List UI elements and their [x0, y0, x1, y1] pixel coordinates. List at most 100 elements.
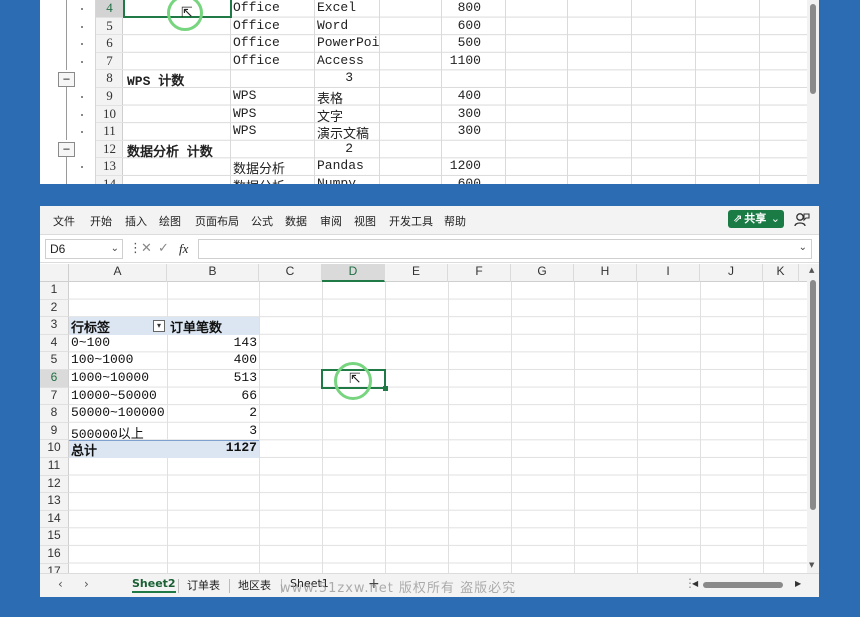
- product-cell[interactable]: 演示文稿: [317, 123, 379, 141]
- row-header-11[interactable]: 11: [40, 458, 69, 476]
- pivot-row-label[interactable]: 50000~100000: [71, 405, 167, 423]
- row-header-1[interactable]: 1: [40, 282, 69, 300]
- row-header-2[interactable]: 2: [40, 299, 69, 318]
- category-cell[interactable]: 数据分析: [233, 158, 313, 176]
- horizontal-scroll-thumb[interactable]: [703, 582, 783, 588]
- column-header-d[interactable]: D: [322, 264, 385, 282]
- cell-area[interactable]: 行标签 ▾ 订单笔数 0~100 143 100~1000 400 1000~10000 513…: [69, 282, 807, 573]
- menu-item-5[interactable]: 公式: [251, 213, 273, 229]
- column-header-h[interactable]: H: [574, 264, 637, 282]
- pivot-total-label[interactable]: 总计: [71, 440, 167, 459]
- category-cell[interactable]: WPS: [233, 106, 313, 124]
- collapse-group-button[interactable]: −: [58, 142, 75, 158]
- column-header-a[interactable]: A: [69, 264, 167, 282]
- row-header[interactable]: 13: [96, 158, 123, 176]
- category-cell[interactable]: Office: [233, 0, 313, 18]
- menu-item-8[interactable]: 视图: [354, 213, 376, 229]
- column-header-j[interactable]: J: [700, 264, 763, 282]
- pivot-row-value[interactable]: 400: [167, 352, 259, 370]
- product-cell[interactable]: 文字: [317, 106, 379, 124]
- product-cell[interactable]: Pandas: [317, 158, 379, 176]
- scroll-left-icon[interactable]: ◀: [692, 579, 698, 588]
- row-header[interactable]: 12: [96, 141, 123, 159]
- row-header[interactable]: 5: [96, 18, 123, 36]
- sheet-tab-2[interactable]: 地区表: [238, 577, 271, 593]
- row-header[interactable]: 4: [96, 0, 123, 18]
- top-cell-grid[interactable]: Office Excel 800 Office Word 600 Office PowerPo…: [123, 0, 807, 184]
- product-cell[interactable]: 表格: [317, 88, 379, 106]
- category-cell[interactable]: [233, 70, 313, 88]
- row-header[interactable]: 8: [96, 70, 123, 88]
- name-box[interactable]: D6 ⌄: [45, 239, 123, 259]
- amount-cell[interactable]: 600: [381, 176, 481, 184]
- column-header-f[interactable]: F: [448, 264, 511, 282]
- pivot-row-value[interactable]: 3: [167, 423, 259, 441]
- fill-handle[interactable]: [383, 386, 388, 391]
- amount-cell[interactable]: 1200: [381, 158, 481, 176]
- row-header-4[interactable]: 4: [40, 334, 69, 353]
- amount-cell[interactable]: 300: [381, 106, 481, 124]
- sheet-tab-1[interactable]: 订单表: [187, 577, 220, 593]
- column-header-b[interactable]: B: [167, 264, 259, 282]
- product-cell[interactable]: Numpy: [317, 176, 379, 184]
- category-cell[interactable]: [233, 141, 313, 159]
- row-header-3[interactable]: 3: [40, 317, 69, 335]
- row-header-9[interactable]: 9: [40, 422, 69, 441]
- row-header-5[interactable]: 5: [40, 352, 69, 370]
- category-cell[interactable]: Office: [233, 18, 313, 36]
- pivot-row-value[interactable]: 513: [167, 370, 259, 388]
- vertical-scrollbar[interactable]: ▲ ▼: [807, 264, 819, 573]
- product-cell[interactable]: Excel: [317, 0, 379, 18]
- menu-item-0[interactable]: 文件: [53, 213, 75, 229]
- comment-icon[interactable]: [794, 212, 810, 228]
- column-header-k[interactable]: K: [763, 264, 799, 282]
- column-header-c[interactable]: C: [259, 264, 322, 282]
- menu-item-1[interactable]: 开始: [90, 213, 112, 229]
- row-header[interactable]: 7: [96, 53, 123, 71]
- pivot-row-label[interactable]: 100~1000: [71, 352, 167, 370]
- top-vertical-scrollbar[interactable]: [807, 0, 819, 184]
- name-box-dropdown-icon[interactable]: ⌄: [111, 240, 119, 258]
- amount-cell[interactable]: 1100: [381, 53, 481, 71]
- menu-item-7[interactable]: 审阅: [320, 213, 342, 229]
- category-cell[interactable]: 数据分析: [233, 176, 313, 184]
- sheet-tab-0[interactable]: Sheet2: [132, 577, 176, 593]
- column-header-i[interactable]: I: [637, 264, 700, 282]
- pivot-total-value[interactable]: 1127: [167, 440, 259, 458]
- top-scroll-thumb[interactable]: [810, 4, 816, 94]
- prev-sheet-icon[interactable]: ‹: [58, 577, 63, 591]
- share-button[interactable]: ⇗ 共享 ⌄: [728, 210, 784, 228]
- scroll-right-icon[interactable]: ▶: [795, 579, 801, 588]
- amount-cell[interactable]: 800: [381, 0, 481, 18]
- row-header-6[interactable]: 6: [40, 370, 69, 388]
- category-cell[interactable]: Office: [233, 35, 313, 53]
- pivot-row-label[interactable]: 1000~10000: [71, 370, 167, 388]
- scroll-down-icon[interactable]: ▼: [809, 561, 814, 569]
- filter-dropdown-icon[interactable]: ▾: [153, 320, 165, 333]
- amount-cell[interactable]: [381, 141, 481, 159]
- category-cell[interactable]: Office: [233, 53, 313, 71]
- menu-item-4[interactable]: 页面布局: [195, 213, 239, 229]
- pivot-row-value[interactable]: 66: [167, 388, 259, 406]
- product-cell[interactable]: [317, 70, 379, 88]
- product-cell[interactable]: Word: [317, 18, 379, 36]
- pivot-row-label[interactable]: 10000~50000: [71, 388, 167, 406]
- column-header-e[interactable]: E: [385, 264, 448, 282]
- product-cell[interactable]: PowerPoi: [317, 35, 379, 53]
- row-header-8[interactable]: 8: [40, 405, 69, 423]
- row-header-10[interactable]: 10: [40, 440, 69, 458]
- amount-cell[interactable]: [381, 70, 481, 88]
- row-header-15[interactable]: 15: [40, 528, 69, 546]
- menu-item-3[interactable]: 绘图: [159, 213, 181, 229]
- menu-item-2[interactable]: 插入: [125, 213, 147, 229]
- pivot-row-value[interactable]: 143: [167, 335, 259, 353]
- row-header-17[interactable]: 17: [40, 563, 69, 573]
- row-header[interactable]: 10: [96, 106, 123, 124]
- row-header[interactable]: 14: [96, 176, 123, 184]
- collapse-group-button[interactable]: −: [58, 71, 75, 87]
- category-cell[interactable]: WPS: [233, 123, 313, 141]
- row-header[interactable]: 9: [96, 88, 123, 106]
- menu-item-6[interactable]: 数据: [285, 213, 307, 229]
- scroll-up-icon[interactable]: ▲: [809, 266, 814, 274]
- formula-input[interactable]: ⌄: [198, 239, 812, 259]
